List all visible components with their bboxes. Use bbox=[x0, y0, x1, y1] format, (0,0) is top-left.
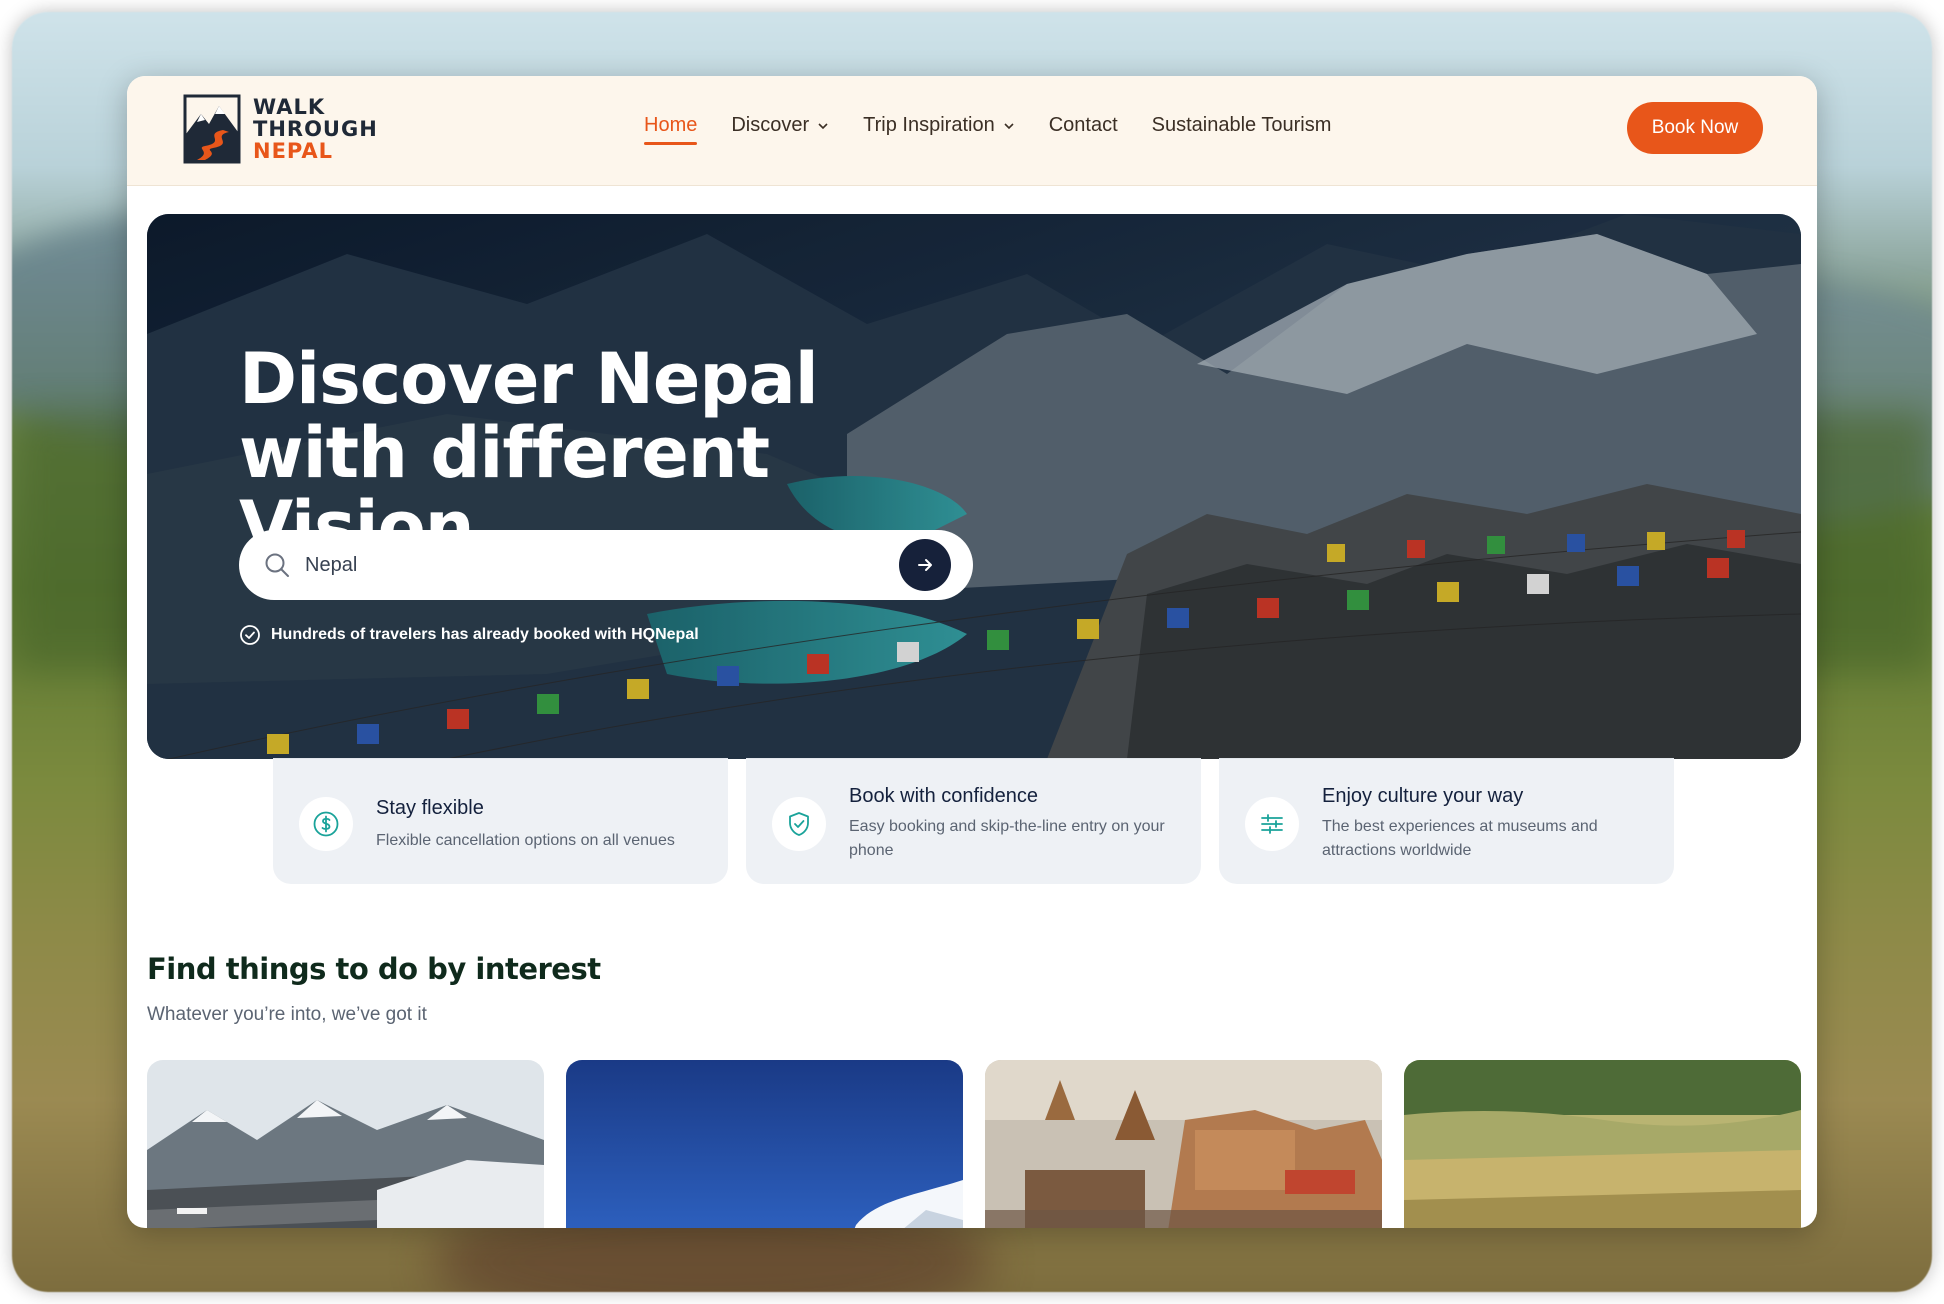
dollar-circle-icon bbox=[313, 811, 339, 837]
interest-card[interactable] bbox=[147, 1060, 544, 1228]
hero-banner: Discover Nepal with different Vision Hun… bbox=[147, 214, 1801, 759]
mountain-logo-icon bbox=[183, 94, 241, 164]
mountain-airstrip-image bbox=[147, 1060, 544, 1228]
search-input[interactable] bbox=[305, 548, 865, 582]
nav-discover-label: Discover bbox=[731, 114, 810, 136]
feature-title: Book with confidence bbox=[849, 785, 1039, 807]
chevron-down-icon bbox=[818, 122, 828, 129]
logo-text-nepal: NEPAL bbox=[253, 139, 334, 163]
nav-home[interactable]: Home bbox=[644, 114, 698, 145]
interest-cards bbox=[147, 1060, 1801, 1228]
nav-trip-inspiration-label: Trip Inspiration bbox=[863, 114, 995, 136]
blue-sky-peak-image bbox=[566, 1060, 963, 1228]
feature-title: Stay flexible bbox=[376, 797, 484, 819]
brand-logo[interactable]: WALK THROUGH NEPAL bbox=[183, 94, 378, 164]
section-title: Find things to do by interest bbox=[147, 952, 601, 986]
nav-sustainable-tourism[interactable]: Sustainable Tourism bbox=[1152, 114, 1332, 137]
stupa-temple-image bbox=[985, 1060, 1382, 1228]
feature-title: Enjoy culture your way bbox=[1322, 785, 1524, 807]
book-now-button[interactable]: Book Now bbox=[1627, 102, 1763, 154]
search-icon bbox=[265, 553, 289, 577]
sliders-icon bbox=[1261, 814, 1283, 834]
trust-text: Hundreds of travelers has already booked… bbox=[271, 626, 699, 643]
feature-card-culture: Enjoy culture your way The best experien… bbox=[1219, 758, 1674, 884]
chevron-down-icon bbox=[1004, 122, 1014, 129]
nav-discover[interactable]: Discover bbox=[731, 114, 829, 137]
main-nav: Home Discover Trip Inspiration Contact S… bbox=[644, 114, 1332, 145]
nav-home-label: Home bbox=[644, 114, 698, 136]
feature-description: Flexible cancellation options on all ven… bbox=[376, 832, 675, 849]
feature-description: Easy booking and skip-the-line entry on … bbox=[849, 818, 1165, 859]
nav-contact[interactable]: Contact bbox=[1049, 114, 1118, 137]
grassland-image bbox=[1404, 1060, 1801, 1228]
shield-check-icon bbox=[789, 812, 809, 836]
feature-list: Stay flexible Flexible cancellation opti… bbox=[273, 758, 1674, 884]
check-circle-icon bbox=[240, 625, 260, 645]
section-subtitle: Whatever you’re into, we’ve got it bbox=[147, 1004, 427, 1025]
interest-card[interactable] bbox=[1404, 1060, 1801, 1228]
arrow-right-icon bbox=[918, 559, 932, 571]
interest-card[interactable] bbox=[566, 1060, 963, 1228]
trust-note: Hundreds of travelers has already booked… bbox=[239, 624, 699, 646]
interest-card[interactable] bbox=[985, 1060, 1382, 1228]
search-submit-button[interactable] bbox=[899, 539, 951, 591]
logo-text-walk: WALK bbox=[253, 95, 326, 119]
browser-page: WALK THROUGH NEPAL Home Discover Trip In… bbox=[127, 76, 1817, 1228]
site-header: WALK THROUGH NEPAL Home Discover Trip In… bbox=[127, 76, 1817, 186]
nav-trip-inspiration[interactable]: Trip Inspiration bbox=[863, 114, 1015, 137]
feature-card-confidence: Book with confidence Easy booking and sk… bbox=[746, 758, 1201, 884]
logo-text-through: THROUGH bbox=[253, 117, 378, 141]
search-bar bbox=[239, 530, 973, 600]
nav-contact-label: Contact bbox=[1048, 114, 1118, 136]
feature-card-flexible: Stay flexible Flexible cancellation opti… bbox=[273, 758, 728, 884]
feature-description: The best experiences at museums and attr… bbox=[1322, 818, 1598, 859]
nav-sustainable-tourism-label: Sustainable Tourism bbox=[1151, 114, 1332, 136]
